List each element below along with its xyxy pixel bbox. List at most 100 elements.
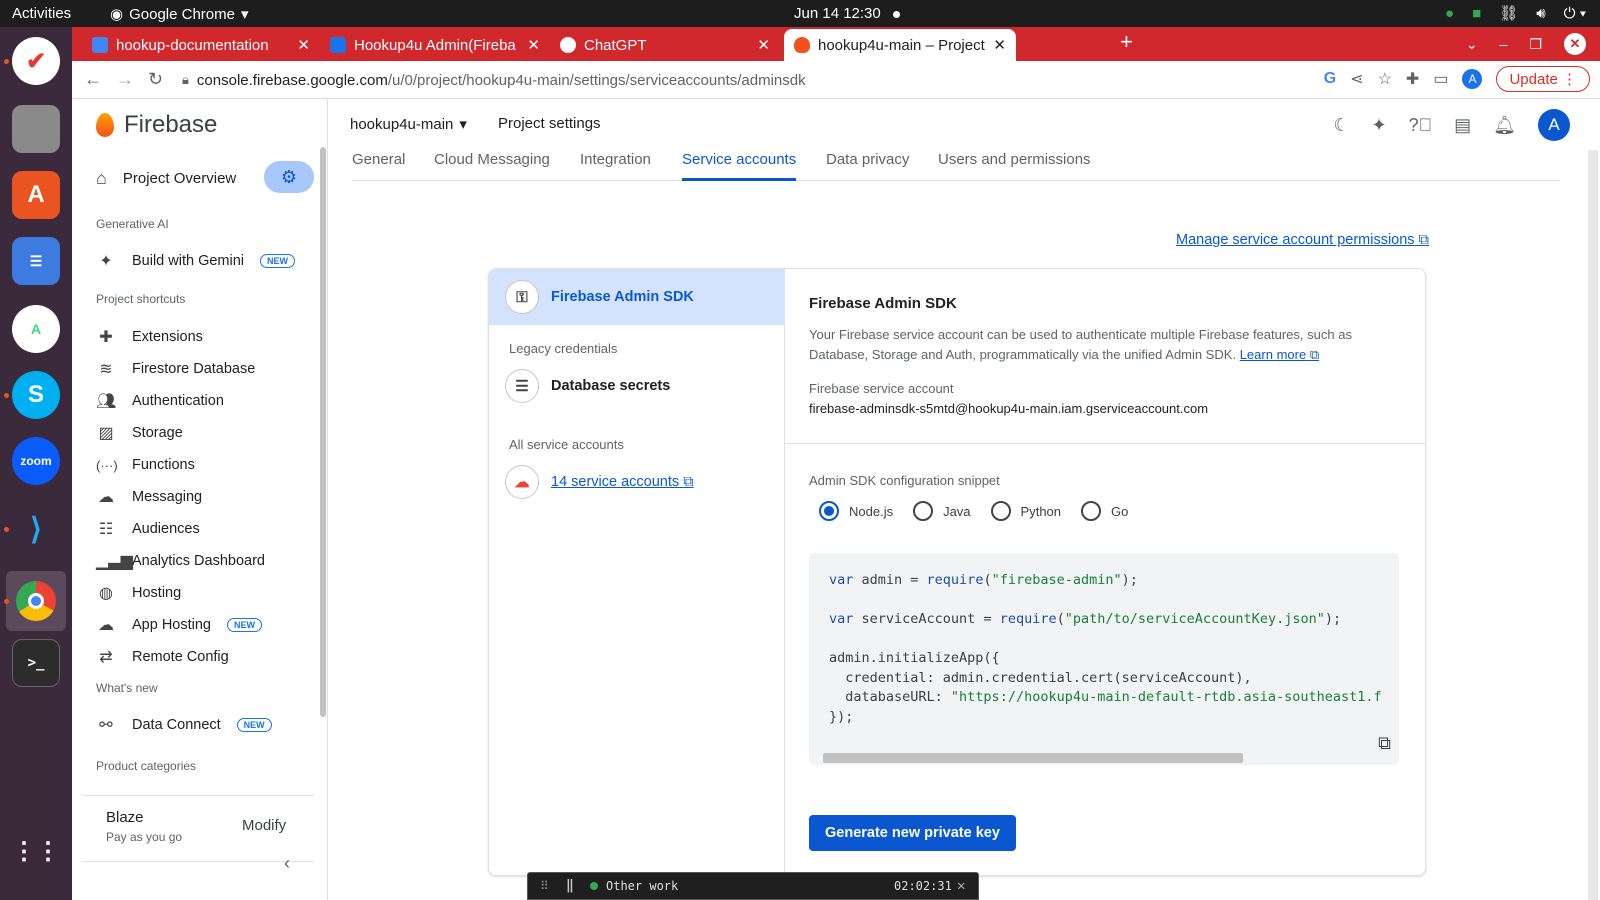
reload-icon[interactable]: ↻ [148,69,163,90]
radio-button[interactable] [990,501,1011,521]
sidebar-scrollbar[interactable] [320,147,326,717]
extensions-icon[interactable]: ✚ [1406,69,1419,89]
pause-icon[interactable]: ‖ [566,878,574,893]
google-lens-icon[interactable]: G [1324,70,1336,88]
page-scrollbar[interactable] [1588,150,1598,900]
sidebar-item-app-hosting[interactable]: ☁︎ App Hosting NEW [96,613,262,637]
activities-button[interactable]: Activities [12,5,71,22]
app-menu[interactable]: ◉ Google Chrome ▾ [110,5,249,24]
link-text: Manage service account permissions [1176,232,1415,248]
update-button[interactable]: Update ⋮ [1496,66,1590,92]
window-close-icon[interactable]: ✕ [1564,33,1586,55]
tab-integration[interactable]: Integration [580,151,651,181]
site-info-icon[interactable]: 🔒︎ [182,72,189,88]
project-selector[interactable]: hookup4u-main ▾ [350,115,467,134]
dark-mode-icon[interactable]: ☾ [1333,115,1349,136]
new-tab-button[interactable]: + [1120,29,1133,55]
firebase-logo[interactable]: Firebase [96,111,217,139]
tab-cloud-messaging[interactable]: Cloud Messaging [434,151,550,181]
system-tray[interactable]: ● ■ ⛓ 🔊︎ ⏻ ▾ [1445,4,1586,23]
list-item-firebase-admin-sdk[interactable]: ⚿ Firebase Admin SDK [489,269,785,325]
zoom-icon[interactable]: zoom [12,437,60,485]
project-settings-gear-button[interactable]: ⚙ [264,161,314,193]
config-code-snippet[interactable]: var admin = require("firebase-admin"); v… [809,553,1399,765]
close-icon[interactable]: ✕ [993,36,1006,54]
sidebar-item-storage[interactable]: ▨ Storage [96,421,182,445]
list-item-database-secrets[interactable]: ☰ Database secrets [505,369,670,403]
sidebar-item-messaging[interactable]: ☁︎ Messaging [96,485,202,509]
generate-private-key-button[interactable]: Generate new private key [809,815,1016,851]
tab-hookup-admin[interactable]: Hookup4u Admin(Fireba ✕ [320,29,550,61]
maximize-icon[interactable]: ❐ [1529,36,1542,53]
sidebar-item-audiences[interactable]: ☷ Audiences [96,517,200,541]
radio-python[interactable]: Python [990,501,1061,521]
tab-service-accounts[interactable]: Service accounts [682,151,797,181]
close-icon[interactable]: ✕ [527,36,540,54]
sidebar-item-hosting[interactable]: ◍ Hosting [96,581,181,605]
sidebar-item-authentication[interactable]: 👥︎ Authentication [96,389,224,413]
close-icon[interactable]: ✕ [297,36,310,54]
minimize-icon[interactable]: – [1500,36,1508,52]
sidebar-item-gemini[interactable]: ✦ Build with Gemini NEW [96,249,296,273]
admin-sdk-panel: Firebase Admin SDK Your Firebase service… [785,269,1425,875]
tracker-task-label[interactable]: Other work [606,879,678,893]
gemini-sparkle-icon[interactable]: ✦ [1372,115,1387,136]
sidebar-item-functions[interactable]: (···) Functions [96,453,195,477]
sidebar-item-data-connect[interactable]: ⚯ Data Connect NEW [96,713,272,737]
forward-icon[interactable]: → [116,69,134,90]
close-icon[interactable]: ✕ [757,36,770,54]
skype-icon[interactable]: S [12,371,60,419]
show-apps-icon[interactable]: ⋮⋮ [12,827,60,875]
snippet-label: Admin SDK configuration snippet [809,473,1000,488]
tasks-icon[interactable]: ☰ [12,237,60,285]
new-badge: NEW [260,254,296,268]
sidebar-item-firestore[interactable]: ≋ Firestore Database [96,357,255,381]
files-icon[interactable] [12,105,60,153]
clock[interactable]: Jun 14 12:30 [794,5,901,22]
release-notes-icon[interactable]: ▤ [1454,115,1471,136]
tab-chatgpt[interactable]: ChatGPT ✕ [550,29,780,61]
radio-java[interactable]: Java [913,501,971,521]
radio-button[interactable] [819,501,839,521]
radio-button[interactable] [1081,501,1102,521]
copy-icon[interactable]: ⧉ [1378,733,1391,754]
tab-general[interactable]: General [352,151,405,181]
running-indicator-icon [4,599,9,604]
code-horizontal-scrollbar[interactable] [823,753,1243,763]
back-icon[interactable]: ← [84,69,102,90]
task-app-icon[interactable]: ✔ [12,37,60,85]
app-center-icon[interactable]: A [12,171,60,219]
extensions-puzzle-icon: ✚ [99,329,113,346]
manage-permissions-link[interactable]: Manage service account permissions ⧉ [1176,232,1429,248]
tab-documentation[interactable]: hookup-documentation ✕ [82,29,320,61]
radio-nodejs[interactable]: Node.js [819,501,893,521]
side-panel-icon[interactable]: ▭ [1433,69,1448,89]
modify-plan-button[interactable]: Modify [242,817,286,834]
tab-firebase[interactable]: hookup4u-main – Project ✕ [784,29,1016,61]
tab-data-privacy[interactable]: Data privacy [826,151,909,181]
radio-go[interactable]: Go [1081,501,1128,521]
chrome-dock-icon[interactable] [6,571,66,631]
drag-handle-icon[interactable]: ⠿ [540,879,549,893]
collapse-sidebar-icon[interactable]: ‹ [284,853,290,874]
close-icon[interactable]: ✕ [957,878,965,894]
learn-more-link[interactable]: Learn more ⧉ [1240,347,1319,362]
sidebar-item-remote-config[interactable]: ⇄ Remote Config [96,645,228,669]
sidebar-item-analytics[interactable]: ▁▃▆ Analytics Dashboard [96,549,265,573]
service-accounts-link[interactable]: 14 service accounts ⧉ [551,474,694,490]
share-icon[interactable]: ⋖ [1350,69,1363,89]
terminal-icon[interactable]: >_ [12,639,60,687]
bookmark-star-icon[interactable]: ☆ [1378,69,1392,89]
list-item-service-accounts[interactable]: ☁ 14 service accounts ⧉ [505,465,694,499]
radio-button[interactable] [913,501,934,521]
vscode-icon[interactable]: ⟩ [12,505,60,553]
url-field[interactable]: 🔒︎ console.firebase.google.com/u/0/proje… [182,65,1372,95]
account-avatar[interactable]: A [1538,109,1570,141]
profile-avatar[interactable]: A [1462,69,1483,89]
android-studio-icon[interactable]: A [12,305,60,353]
sidebar-item-extensions[interactable]: ✚ Extensions [96,325,203,349]
help-icon[interactable]: ?⃝ [1409,115,1433,136]
notifications-bell-icon[interactable]: 🔔︎ [1493,115,1516,136]
tab-users-and-permissions[interactable]: Users and permissions [938,151,1091,181]
tab-search-icon[interactable]: ⌄ [1466,36,1478,53]
